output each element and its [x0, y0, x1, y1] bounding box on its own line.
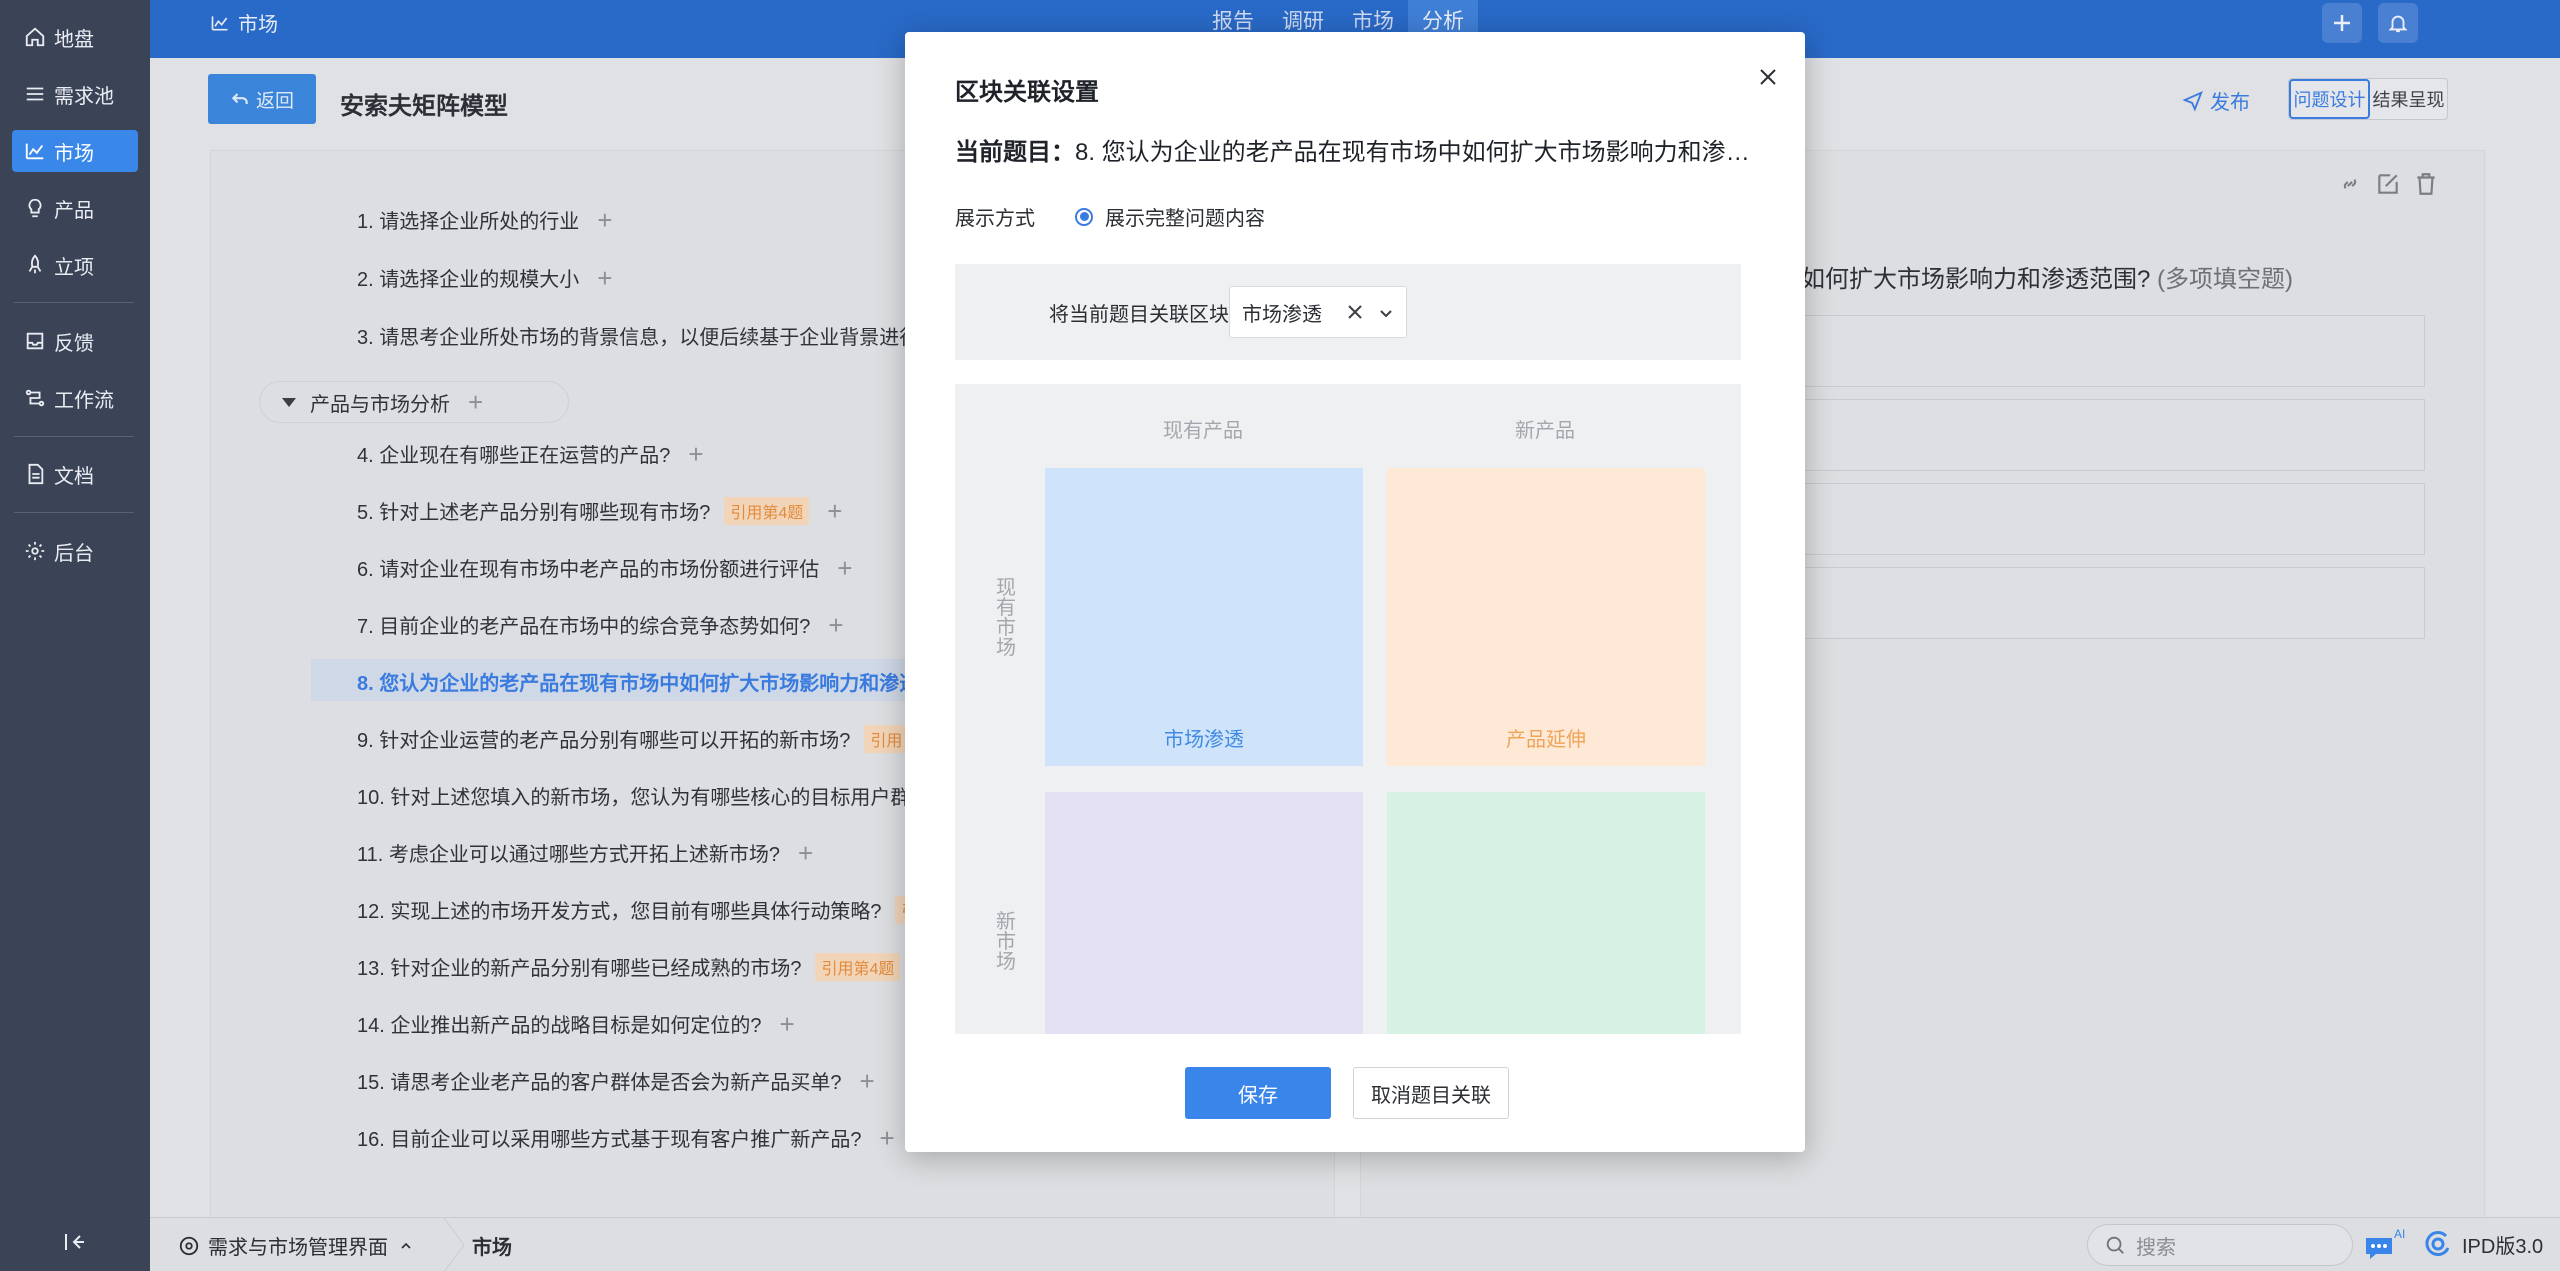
block-select-value: 市场渗透: [1242, 303, 1322, 326]
current-question-text: 8. 您认为企业的老产品在现有市场中如何扩大市场影响力和渗透范围?: [1075, 139, 1755, 166]
matrix-cell-diversification[interactable]: [1387, 792, 1705, 1034]
save-button[interactable]: 保存: [1185, 1067, 1331, 1119]
radio-label: 展示完整问题内容: [1105, 208, 1265, 230]
matrix-cell-product-extension[interactable]: 产品延伸: [1387, 468, 1705, 766]
dialog-title: 区块关联设置: [955, 79, 1099, 106]
current-question: 当前题目：8. 您认为企业的老产品在现有市场中如何扩大市场影响力和渗透范围?: [955, 132, 1755, 167]
block-select[interactable]: 市场渗透: [1229, 286, 1407, 338]
display-mode-radio[interactable]: 展示完整问题内容: [1075, 202, 1265, 231]
clear-icon[interactable]: [1344, 301, 1366, 323]
matrix-cell-market-penetration[interactable]: 市场渗透: [1045, 468, 1363, 766]
matrix-cell-market-development[interactable]: [1045, 792, 1363, 1034]
current-question-prefix: 当前题目：: [955, 139, 1075, 166]
matrix-row-header: 现有市场: [996, 577, 1016, 659]
matrix-col-header: 现有产品: [1163, 420, 1243, 442]
block-link-label: 将当前题目关联区块: [1049, 304, 1229, 326]
block-link-row: 将当前题目关联区块 市场渗透: [955, 264, 1741, 360]
chevron-down-icon[interactable]: [1376, 303, 1396, 323]
radio-selected-icon: [1075, 207, 1093, 226]
display-mode-label: 展示方式: [955, 208, 1035, 230]
ansoff-matrix: 现有产品 新产品 现有市场 新市场 市场渗透 产品延伸: [955, 384, 1741, 1034]
matrix-row-header: 新市场: [996, 911, 1016, 973]
block-link-dialog: 区块关联设置 当前题目：8. 您认为企业的老产品在现有市场中如何扩大市场影响力和…: [905, 32, 1805, 1152]
cancel-link-button[interactable]: 取消题目关联: [1353, 1067, 1509, 1119]
close-icon[interactable]: [1753, 62, 1783, 92]
matrix-col-header: 新产品: [1515, 420, 1575, 442]
